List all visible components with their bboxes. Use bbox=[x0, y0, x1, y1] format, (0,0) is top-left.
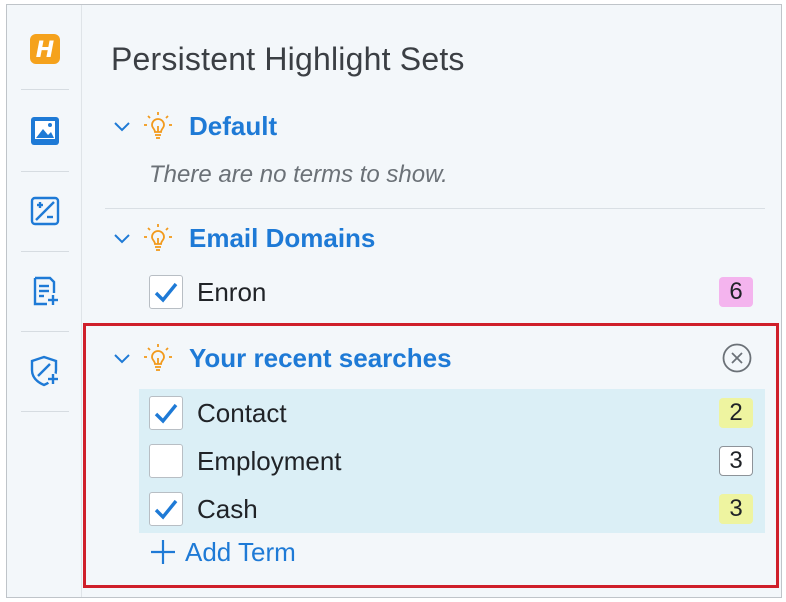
term-row[interactable]: Cash 3 bbox=[139, 485, 765, 533]
image-button[interactable] bbox=[7, 91, 82, 171]
term-row[interactable]: Employment 3 bbox=[139, 437, 765, 485]
term-count-badge: 6 bbox=[719, 277, 753, 307]
group-name: Default bbox=[189, 110, 278, 141]
term-row[interactable]: Contact 2 bbox=[139, 389, 765, 437]
term-checkbox[interactable] bbox=[149, 275, 183, 309]
add-term-button[interactable]: Add Term bbox=[149, 535, 296, 569]
rail-divider bbox=[21, 411, 69, 412]
term-checkbox[interactable] bbox=[149, 444, 183, 478]
lightbulb-icon bbox=[144, 344, 172, 371]
term-count-badge: 3 bbox=[719, 446, 753, 476]
redaction-button[interactable] bbox=[7, 171, 82, 251]
highlight-sets-panel: Persistent Highlight Sets Default There … bbox=[83, 5, 781, 597]
group-header-email-domains[interactable]: Email Domains bbox=[111, 221, 375, 255]
group-name: Your recent searches bbox=[189, 342, 452, 373]
document-add-icon bbox=[33, 276, 58, 306]
term-label: Enron bbox=[197, 276, 267, 307]
group-name: Email Domains bbox=[189, 222, 376, 253]
checkmark-icon bbox=[154, 282, 178, 303]
term-label: Contact bbox=[197, 397, 287, 428]
checkmark-icon bbox=[154, 403, 178, 424]
highlighter-logo-button[interactable]: H bbox=[7, 9, 82, 89]
checkmark-icon bbox=[154, 499, 178, 520]
chevron-down-icon[interactable] bbox=[111, 347, 133, 369]
redaction-icon bbox=[30, 196, 59, 226]
group-header-default[interactable]: Default bbox=[111, 109, 277, 143]
highlighter-logo-icon: H bbox=[29, 34, 60, 64]
left-toolbar: H bbox=[7, 5, 82, 597]
term-checkbox[interactable] bbox=[149, 396, 183, 430]
term-row[interactable]: Enron 6 bbox=[139, 268, 765, 316]
group-header-recent-searches[interactable]: Your recent searches bbox=[111, 341, 452, 375]
close-circle-icon[interactable] bbox=[721, 342, 753, 374]
term-label: Cash bbox=[197, 493, 258, 524]
add-shield-button[interactable] bbox=[7, 331, 82, 411]
plus-icon bbox=[151, 540, 175, 564]
add-term-label: Add Term bbox=[185, 536, 296, 567]
svg-text:H: H bbox=[35, 38, 53, 63]
shield-add-icon bbox=[30, 355, 59, 387]
chevron-down-icon[interactable] bbox=[111, 115, 133, 137]
term-label: Employment bbox=[197, 445, 342, 476]
app-frame: H Persistent Highlight Sets Default Ther… bbox=[6, 4, 782, 598]
term-checkbox[interactable] bbox=[149, 492, 183, 526]
add-document-button[interactable] bbox=[7, 251, 82, 331]
rail-divider bbox=[21, 89, 69, 90]
group-divider bbox=[105, 208, 765, 209]
term-count-badge: 3 bbox=[719, 494, 753, 524]
image-icon bbox=[30, 117, 59, 145]
lightbulb-icon bbox=[144, 112, 172, 139]
term-count-badge: 2 bbox=[719, 398, 753, 428]
panel-title: Persistent Highlight Sets bbox=[111, 41, 465, 77]
chevron-down-icon[interactable] bbox=[111, 227, 133, 249]
lightbulb-icon bbox=[144, 224, 172, 251]
empty-terms-message: There are no terms to show. bbox=[149, 161, 448, 188]
